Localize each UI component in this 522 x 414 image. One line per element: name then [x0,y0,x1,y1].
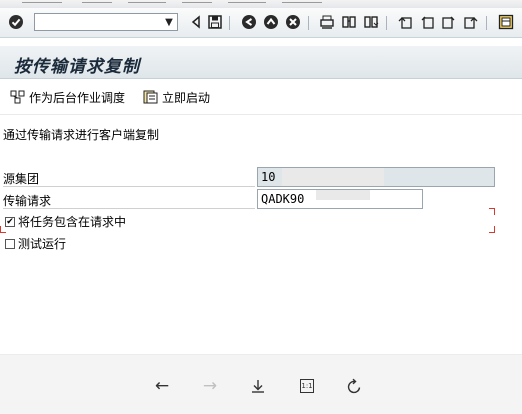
refresh-icon[interactable] [343,375,365,397]
find-next-icon[interactable] [361,12,381,32]
redacted-region [316,190,370,200]
menu-item-remnant[interactable] [22,2,62,3]
find-icon[interactable] [339,12,359,32]
back-triangle-icon[interactable] [186,12,206,32]
back-icon[interactable] [239,12,259,32]
label-underline [3,186,255,187]
toolbar-separator [486,16,487,30]
menu-item-remnant[interactable] [282,2,322,3]
include-tasks-checkbox[interactable]: ✔ [5,217,15,227]
schedule-background-job-label: 作为后台作业调度 [29,90,126,105]
source-client-value: 10 [261,170,276,184]
menu-bar [0,0,522,8]
highlight-bracket [0,226,6,233]
source-client-label: 源集团 [3,172,40,186]
save-icon[interactable] [205,12,225,32]
label-underline [3,208,255,209]
bottom-navigation-bar: ← → 1:1 [0,354,522,414]
toolbar-separator [229,16,230,30]
menu-item-remnant[interactable] [82,2,112,3]
description-text: 通过传输请求进行客户端复制 [3,128,160,142]
command-field[interactable]: ▼ [34,13,178,31]
standard-toolbar: ▼ [0,8,522,38]
application-toolbar: 作为后台作业调度 立即启动 [0,80,522,115]
new-session-icon[interactable] [496,12,516,32]
download-icon[interactable] [247,375,269,397]
title-bar: 按传输请求复制 [0,46,522,79]
next-page-icon[interactable] [439,12,459,32]
page-title: 按传输请求复制 [14,57,140,77]
menu-item-remnant[interactable] [128,2,166,3]
forward-arrow-icon[interactable]: → [199,375,221,397]
actual-size-button[interactable]: 1:1 [296,375,318,397]
include-tasks-label: 将任务包含在请求中 [18,215,127,229]
start-immediately-label: 立即启动 [162,90,211,105]
checkmark-icon: ✔ [6,216,14,227]
exit-icon[interactable] [261,12,281,32]
enter-icon[interactable] [6,12,26,32]
toolbar-separator [386,16,387,30]
test-run-checkbox[interactable] [5,239,15,249]
menu-item-remnant[interactable] [228,2,266,3]
transport-request-value: QADK90 [261,192,305,206]
command-dropdown-icon[interactable]: ▼ [161,14,177,30]
test-run-label: 测试运行 [18,237,67,251]
execute-icon [143,90,158,104]
transport-request-label: 传输请求 [3,194,52,208]
print-icon[interactable] [317,12,337,32]
actual-size-icon: 1:1 [300,379,314,393]
toolbar-separator [308,16,309,30]
schedule-background-job-button[interactable]: 作为后台作业调度 [10,88,125,106]
background-job-icon [10,90,25,104]
menu-item-remnant[interactable] [182,2,212,3]
previous-page-icon[interactable] [417,12,437,32]
start-immediately-button[interactable]: 立即启动 [143,88,210,106]
cancel-icon[interactable] [283,12,303,32]
command-field-value [35,15,38,28]
first-page-icon[interactable] [395,12,415,32]
back-arrow-icon[interactable]: ← [151,375,173,397]
highlight-bracket [489,226,495,233]
highlight-bracket [489,208,495,215]
redacted-region [282,168,384,186]
last-page-icon[interactable] [461,12,481,32]
